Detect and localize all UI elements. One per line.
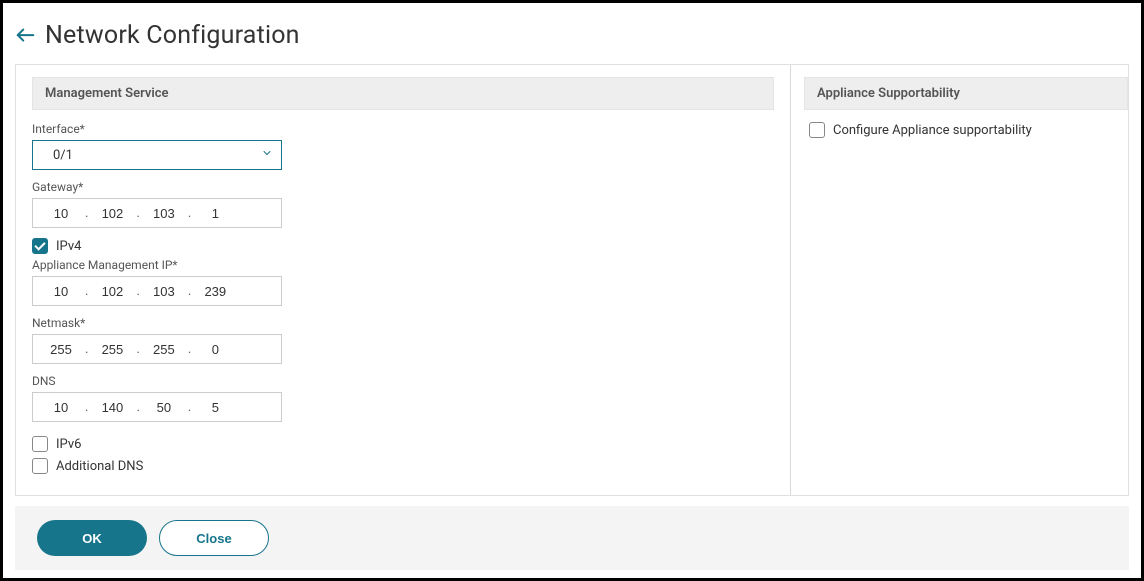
configure-supportability-label: Configure Appliance supportability (833, 123, 1032, 138)
dns-octet-3[interactable] (142, 400, 186, 415)
configure-supportability-checkbox[interactable] (809, 122, 825, 138)
footer-bar: OK Close (15, 506, 1129, 570)
supportability-section-header: Appliance Supportability (804, 77, 1128, 110)
interface-label: Interface* (32, 122, 774, 136)
netmask-octet-1[interactable] (39, 342, 83, 357)
gateway-label: Gateway* (32, 180, 774, 194)
content-area: Management Service Interface* 0/1 Gatewa… (15, 64, 1129, 496)
appliance-ip-label: Appliance Management IP* (32, 258, 774, 272)
ipv4-checkbox[interactable] (32, 238, 48, 254)
ipv6-checkbox[interactable] (32, 436, 48, 452)
additional-dns-label: Additional DNS (56, 459, 143, 474)
netmask-octet-2[interactable] (90, 342, 134, 357)
ipv4-label: IPv4 (56, 239, 81, 254)
ipv6-label: IPv6 (56, 437, 81, 452)
dns-octet-2[interactable] (90, 400, 134, 415)
management-section-header: Management Service (32, 77, 774, 110)
dns-octet-4[interactable] (193, 400, 237, 415)
supportability-panel: Appliance Supportability Configure Appli… (791, 65, 1128, 495)
chevron-down-icon (261, 147, 273, 163)
interface-value: 0/1 (53, 148, 73, 163)
netmask-octet-3[interactable] (142, 342, 186, 357)
dns-input[interactable]: . . . (32, 392, 282, 422)
gateway-octet-3[interactable] (142, 206, 186, 221)
additional-dns-checkbox[interactable] (32, 458, 48, 474)
page-title: Network Configuration (45, 21, 300, 50)
close-button[interactable]: Close (159, 520, 269, 556)
appliance-ip-octet-1[interactable] (39, 284, 83, 299)
gateway-octet-1[interactable] (39, 206, 83, 221)
dns-octet-1[interactable] (39, 400, 83, 415)
management-panel: Management Service Interface* 0/1 Gatewa… (16, 65, 791, 495)
interface-select[interactable]: 0/1 (32, 140, 282, 170)
gateway-input[interactable]: . . . (32, 198, 282, 228)
ok-button[interactable]: OK (37, 520, 147, 556)
appliance-ip-octet-4[interactable] (193, 284, 237, 299)
appliance-ip-octet-3[interactable] (142, 284, 186, 299)
appliance-ip-octet-2[interactable] (90, 284, 134, 299)
netmask-label: Netmask* (32, 316, 774, 330)
back-arrow-icon[interactable] (15, 25, 37, 47)
appliance-ip-input[interactable]: . . . (32, 276, 282, 306)
netmask-octet-4[interactable] (193, 342, 237, 357)
gateway-octet-4[interactable] (193, 206, 237, 221)
dns-label: DNS (32, 374, 774, 388)
page-header: Network Configuration (3, 3, 1141, 64)
netmask-input[interactable]: . . . (32, 334, 282, 364)
gateway-octet-2[interactable] (90, 206, 134, 221)
